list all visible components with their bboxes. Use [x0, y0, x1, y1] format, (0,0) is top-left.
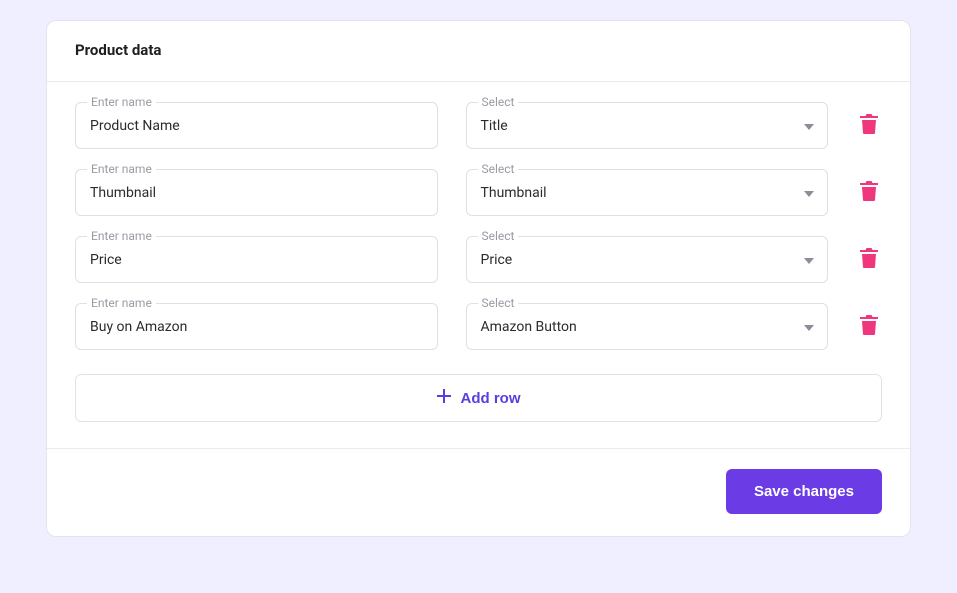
select-field-label: Select: [478, 162, 519, 176]
data-row: Enter name Select Title: [75, 94, 882, 161]
name-input[interactable]: [75, 102, 438, 149]
panel-title: Product data: [47, 21, 910, 82]
rows-container: Enter name Select Title Enter name: [47, 82, 910, 368]
select-field: Select Amazon Button: [466, 303, 829, 350]
select-input[interactable]: Thumbnail: [466, 169, 829, 216]
name-field-label: Enter name: [87, 162, 156, 176]
delete-row-button[interactable]: [856, 248, 882, 271]
select-field: Select Thumbnail: [466, 169, 829, 216]
name-input[interactable]: [75, 169, 438, 216]
name-field-label: Enter name: [87, 296, 156, 310]
select-input[interactable]: Amazon Button: [466, 303, 829, 350]
trash-icon: [860, 181, 878, 204]
add-row-container: Add row: [47, 368, 910, 448]
name-field: Enter name: [75, 102, 438, 149]
select-field: Select Price: [466, 236, 829, 283]
select-input[interactable]: Title: [466, 102, 829, 149]
name-field: Enter name: [75, 169, 438, 216]
trash-icon: [860, 315, 878, 338]
data-row: Enter name Select Price: [75, 228, 882, 295]
add-row-button[interactable]: Add row: [75, 374, 882, 422]
delete-row-button[interactable]: [856, 181, 882, 204]
name-field-label: Enter name: [87, 229, 156, 243]
select-field-label: Select: [478, 95, 519, 109]
select-field: Select Title: [466, 102, 829, 149]
trash-icon: [860, 114, 878, 137]
data-row: Enter name Select Thumbnail: [75, 161, 882, 228]
select-field-label: Select: [478, 229, 519, 243]
delete-row-button[interactable]: [856, 315, 882, 338]
add-row-label: Add row: [461, 390, 521, 407]
name-field: Enter name: [75, 303, 438, 350]
name-field-label: Enter name: [87, 95, 156, 109]
plus-icon: [437, 389, 451, 407]
name-input[interactable]: [75, 303, 438, 350]
data-row: Enter name Select Amazon Button: [75, 295, 882, 362]
trash-icon: [860, 248, 878, 271]
name-input[interactable]: [75, 236, 438, 283]
name-field: Enter name: [75, 236, 438, 283]
product-data-panel: Product data Enter name Select Title: [46, 20, 911, 537]
select-input[interactable]: Price: [466, 236, 829, 283]
delete-row-button[interactable]: [856, 114, 882, 137]
save-button[interactable]: Save changes: [726, 469, 882, 514]
select-field-label: Select: [478, 296, 519, 310]
panel-footer: Save changes: [47, 448, 910, 536]
